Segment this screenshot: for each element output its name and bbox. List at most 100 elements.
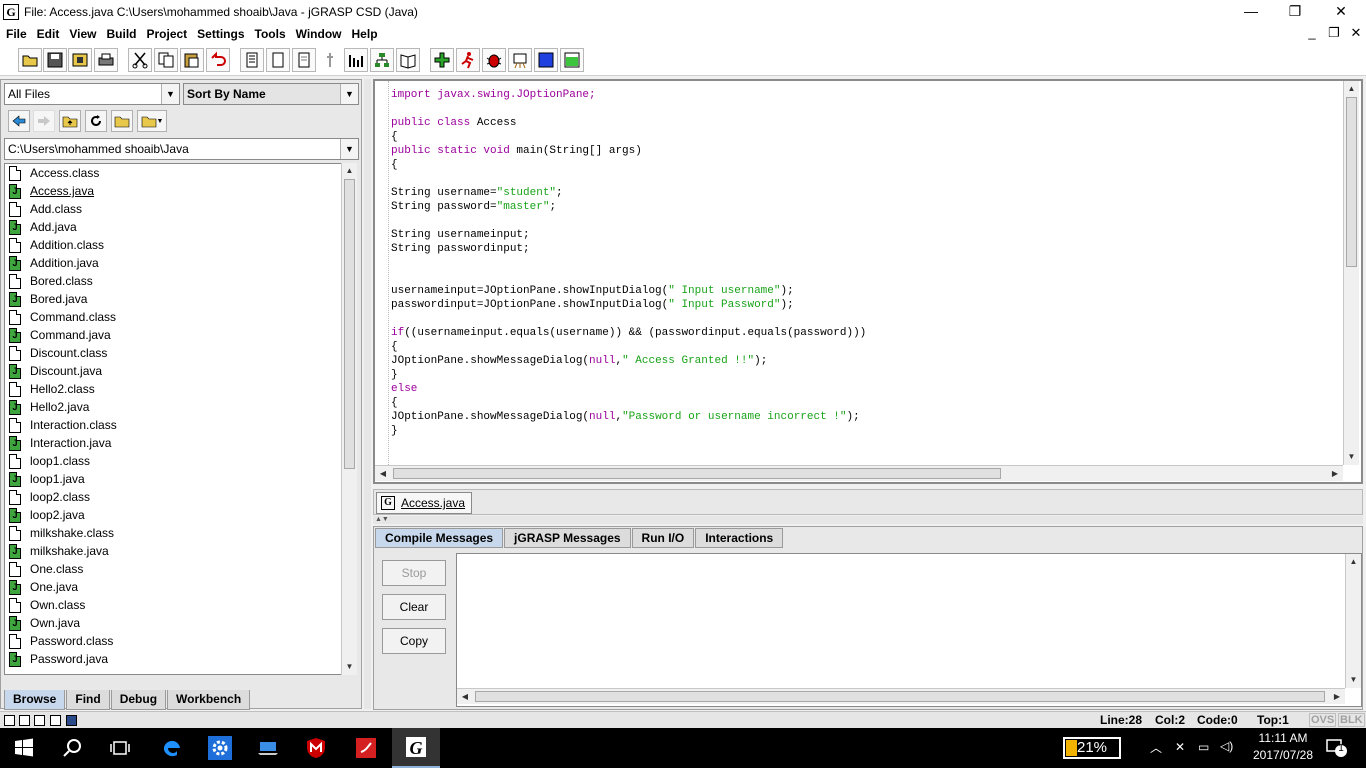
sort-dropdown[interactable]: Sort By Name ▼: [183, 83, 359, 105]
file-list-item[interactable]: Bored.class: [5, 272, 341, 290]
horizontal-splitter[interactable]: ▲▼: [373, 516, 1363, 524]
compile-button[interactable]: [430, 48, 454, 72]
scroll-up-arrow-icon[interactable]: ▲: [1344, 81, 1359, 97]
undo-button[interactable]: [206, 48, 230, 72]
show-hidden-icons-button[interactable]: ︿: [1150, 739, 1162, 756]
file-list-item[interactable]: J Addition.java: [5, 254, 341, 272]
mdi-restore-button[interactable]: ❐: [1324, 24, 1344, 44]
documentation-button[interactable]: [396, 48, 420, 72]
tab-jgrasp-messages[interactable]: jGRASP Messages: [504, 528, 631, 548]
tab-debug[interactable]: Debug: [110, 690, 167, 710]
menu-window[interactable]: Window: [291, 27, 347, 41]
scroll-right-arrow-icon[interactable]: ▶: [1327, 466, 1343, 481]
file-list-item[interactable]: J One.java: [5, 578, 341, 596]
file-list-item[interactable]: J Hello2.java: [5, 398, 341, 416]
close-window-button[interactable]: ✕: [1318, 0, 1364, 24]
cut-button[interactable]: [128, 48, 152, 72]
editor-vertical-scrollbar[interactable]: ▲ ▼: [1343, 81, 1359, 465]
path-dropdown[interactable]: C:\Users\mohammed shoaib\Java ▼: [4, 138, 359, 160]
file-list-item[interactable]: Addition.class: [5, 236, 341, 254]
file-list-item[interactable]: Password.class: [5, 632, 341, 650]
tab-workbench[interactable]: Workbench: [167, 690, 251, 710]
pin-button[interactable]: [318, 48, 342, 72]
menu-edit[interactable]: Edit: [32, 27, 65, 41]
cpg-button[interactable]: [370, 48, 394, 72]
viewer-button[interactable]: [534, 48, 558, 72]
layout-columns-icon[interactable]: [34, 715, 45, 726]
file-list-item[interactable]: J Interaction.java: [5, 434, 341, 452]
scroll-thumb[interactable]: [393, 468, 1001, 479]
save-all-button[interactable]: [68, 48, 92, 72]
file-filter-dropdown[interactable]: All Files ▼: [4, 83, 180, 105]
file-list-item[interactable]: J Password.java: [5, 650, 341, 668]
scroll-thumb[interactable]: [344, 179, 355, 469]
tab-browse[interactable]: Browse: [4, 690, 66, 710]
code-text-area[interactable]: import javax.swing.JOptionPane; public c…: [389, 81, 1343, 465]
back-button[interactable]: [8, 110, 30, 132]
maximize-restore-button[interactable]: ❐: [1272, 0, 1318, 24]
file-list-item[interactable]: One.class: [5, 560, 341, 578]
battery-tray-icon[interactable]: ▭: [1198, 740, 1209, 754]
layout-split-icon[interactable]: [19, 715, 30, 726]
network-icon[interactable]: ✕: [1175, 740, 1185, 754]
file-list-item[interactable]: Add.class: [5, 200, 341, 218]
save-button[interactable]: [43, 48, 67, 72]
scroll-right-arrow-icon[interactable]: ▶: [1329, 689, 1345, 704]
scroll-down-arrow-icon[interactable]: ▼: [342, 659, 357, 675]
notifications-button[interactable]: 1: [1326, 737, 1348, 757]
menu-help[interactable]: Help: [347, 27, 383, 41]
vertical-splitter[interactable]: [364, 79, 371, 709]
tab-interactions[interactable]: Interactions: [695, 528, 784, 548]
settings-app-button[interactable]: [196, 728, 244, 768]
clear-button[interactable]: Clear: [382, 594, 446, 620]
forward-button[interactable]: [33, 110, 55, 132]
file-list-item[interactable]: Hello2.class: [5, 380, 341, 398]
scroll-thumb[interactable]: [1346, 97, 1357, 267]
copy-messages-button[interactable]: Copy: [382, 628, 446, 654]
file-list-item[interactable]: J Discount.java: [5, 362, 341, 380]
messages-output-area[interactable]: ▲ ▼ ◀ ▶: [456, 553, 1362, 707]
jgrasp-taskbar-button[interactable]: G: [392, 728, 440, 768]
mcafee-button[interactable]: [292, 728, 340, 768]
remove-csd-button[interactable]: [266, 48, 290, 72]
file-list-item[interactable]: Jloop1.java: [5, 470, 341, 488]
canvas-button[interactable]: [560, 48, 584, 72]
layout-list-icon[interactable]: [50, 715, 61, 726]
clock[interactable]: 11:11 AM 2017/07/28: [1248, 731, 1318, 762]
scroll-thumb[interactable]: [475, 691, 1325, 702]
menu-view[interactable]: View: [64, 27, 101, 41]
file-list-scrollbar[interactable]: ▲ ▼: [341, 163, 357, 675]
menu-settings[interactable]: Settings: [192, 27, 249, 41]
file-list-item[interactable]: loop1.class: [5, 452, 341, 470]
edge-browser-button[interactable]: [148, 728, 196, 768]
run-applet-button[interactable]: [508, 48, 532, 72]
favorites-folder-menu[interactable]: ▼: [137, 110, 167, 132]
print-button[interactable]: [94, 48, 118, 72]
file-list-item[interactable]: Command.class: [5, 308, 341, 326]
file-list-item[interactable]: J Command.java: [5, 326, 341, 344]
menu-build[interactable]: Build: [101, 27, 141, 41]
file-list-item[interactable]: Discount.class: [5, 344, 341, 362]
copy-button[interactable]: [154, 48, 178, 72]
battery-meter-widget[interactable]: 21%: [1063, 737, 1121, 759]
menu-project[interactable]: Project: [141, 27, 192, 41]
file-list-item[interactable]: loop2.class: [5, 488, 341, 506]
mdi-close-button[interactable]: ✕: [1346, 24, 1366, 44]
stop-button[interactable]: Stop: [382, 560, 446, 586]
paste-button[interactable]: [180, 48, 204, 72]
run-button[interactable]: [456, 48, 480, 72]
file-list-item[interactable]: J Own.java: [5, 614, 341, 632]
editor-horizontal-scrollbar[interactable]: ◀ ▶: [375, 465, 1343, 481]
messages-horizontal-scrollbar[interactable]: ◀ ▶: [457, 688, 1345, 704]
menu-tools[interactable]: Tools: [250, 27, 291, 41]
file-list-item[interactable]: J Bored.java: [5, 290, 341, 308]
open-file-button[interactable]: [18, 48, 42, 72]
file-list-item[interactable]: Jmilkshake.java: [5, 542, 341, 560]
tab-run-io[interactable]: Run I/O: [631, 528, 695, 548]
file-explorer-button[interactable]: [244, 728, 292, 768]
generate-csd-button[interactable]: [240, 48, 264, 72]
scroll-left-arrow-icon[interactable]: ◀: [457, 689, 473, 704]
layout-windows-icon[interactable]: [66, 715, 77, 726]
minimize-button[interactable]: —: [1228, 0, 1274, 24]
layout-single-icon[interactable]: [4, 715, 15, 726]
